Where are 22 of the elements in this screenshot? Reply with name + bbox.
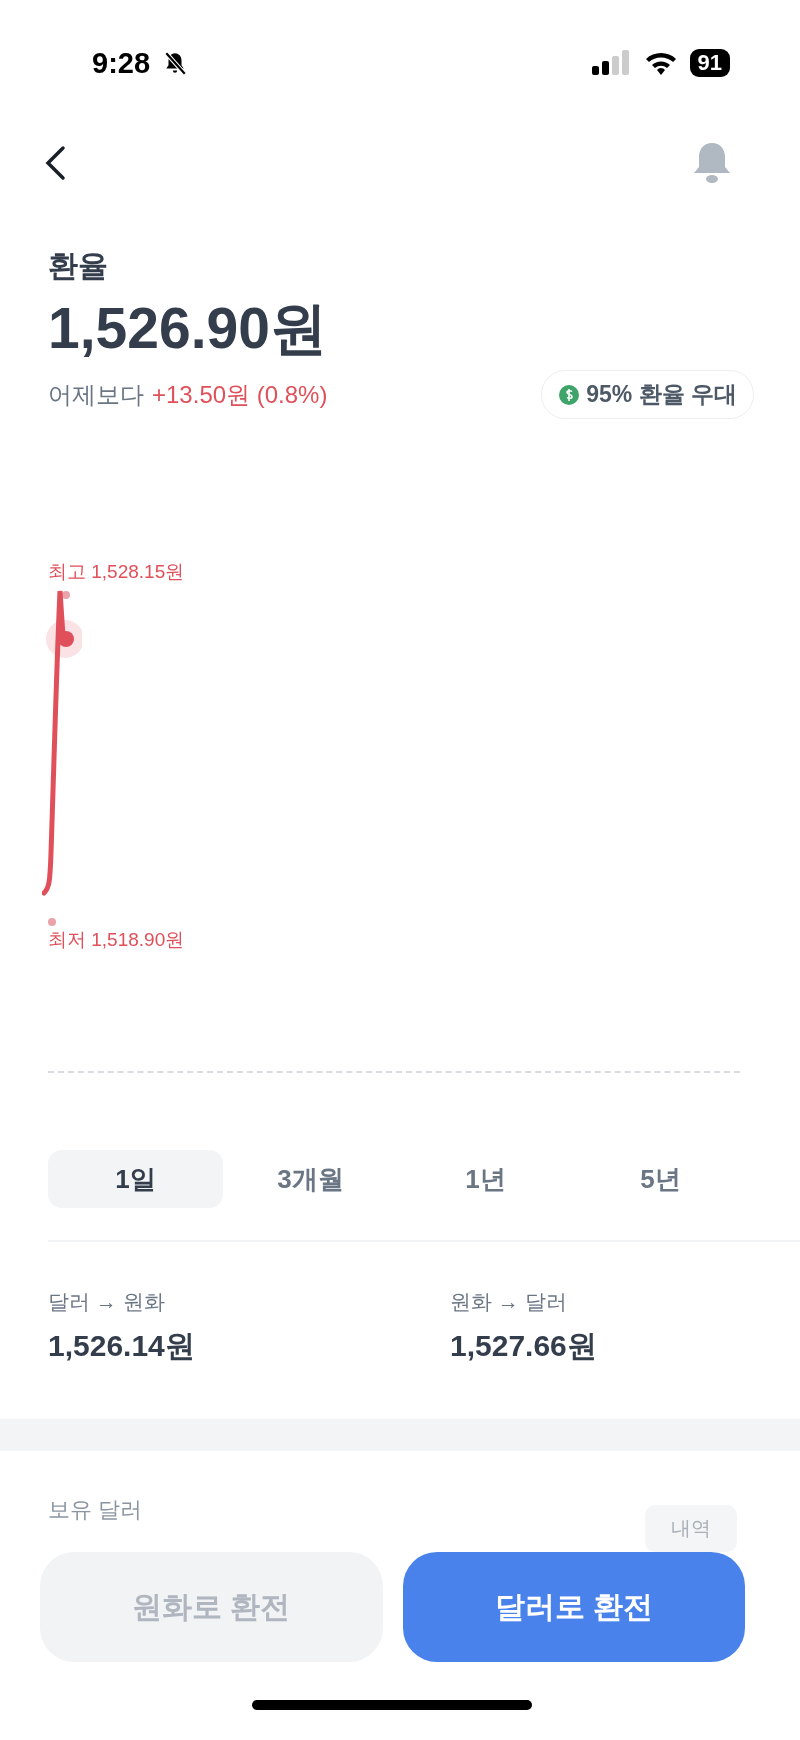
rate-label: 원화 → 달러 <box>450 1289 568 1315</box>
page-title: 환율 <box>48 248 109 284</box>
rate-value: 1,526.14원 <box>48 1328 196 1364</box>
holdings-label: 보유 달러 <box>48 1496 143 1524</box>
high-label: 최고 1,528.15원 <box>48 560 185 584</box>
rate-label: 달러 → 원화 <box>48 1289 166 1315</box>
period-tab[interactable]: 1년 <box>398 1150 573 1208</box>
muted-bell-icon <box>162 50 189 76</box>
signal-icon <box>591 50 632 76</box>
discount-badge[interactable]: 95% 환율 우대 <box>541 370 754 419</box>
status-time: 9:28 <box>92 46 151 80</box>
rate-value: 1,527.66원 <box>450 1328 598 1364</box>
low-label: 최저 1,518.90원 <box>48 928 185 952</box>
period-tab[interactable]: 5년 <box>573 1150 748 1208</box>
battery-indicator: 91 <box>689 49 730 77</box>
dollar-icon <box>558 383 581 406</box>
period-tab[interactable]: 3개월 <box>223 1150 398 1208</box>
exchange-button[interactable]: 달러로 환전 <box>402 1552 745 1662</box>
change-value: +13.50원 (0.8%) <box>152 379 328 410</box>
change-label: 어제보다 <box>48 379 144 410</box>
exchange-rate: 1,526.90원 <box>48 295 328 362</box>
period-tab[interactable]: 1일 <box>48 1150 223 1208</box>
